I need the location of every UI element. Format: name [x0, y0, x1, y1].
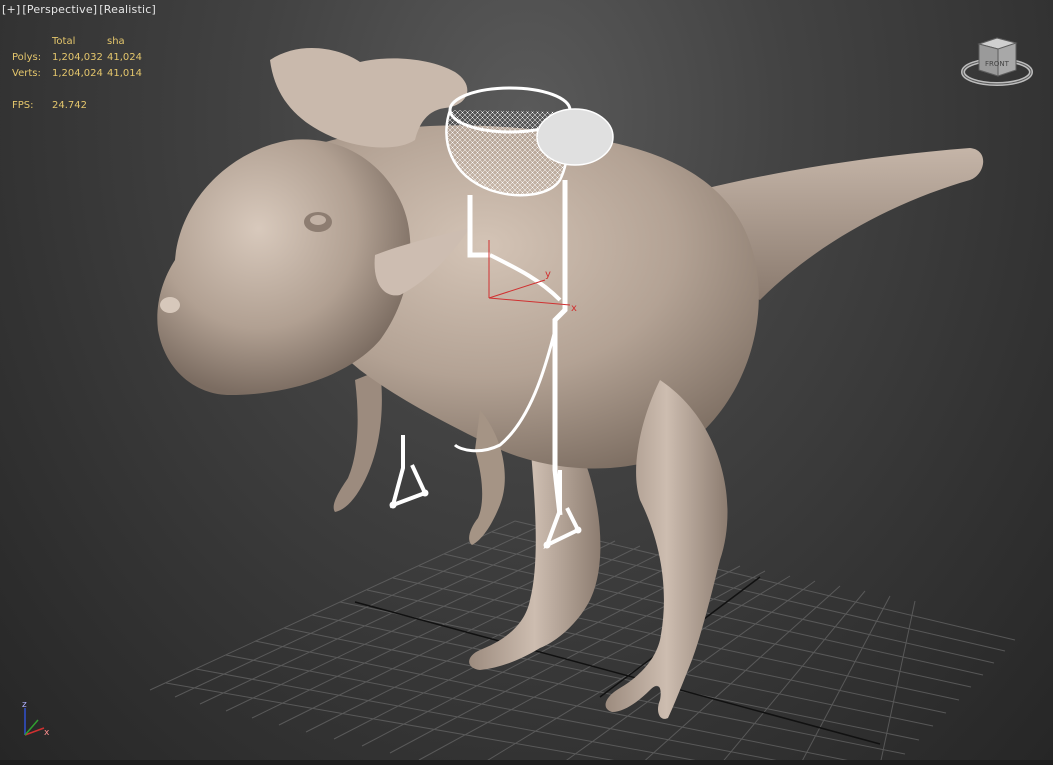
viewcube-face-label: FRONT [985, 60, 1010, 68]
stats-fps-label: FPS: [12, 100, 34, 111]
stats-polys-total: 1,204,032 [52, 52, 103, 63]
stats-header-selected: sha [107, 36, 125, 47]
stats-verts-row: Verts: 1,204,024 41,014 [12, 66, 147, 82]
stats-verts-total: 1,204,024 [52, 68, 103, 79]
viewport-bottom-border [0, 760, 1053, 765]
stats-polys-row: Polys: 1,204,032 41,024 [12, 50, 147, 66]
viewport-general-menu[interactable]: [+] [2, 3, 20, 16]
stats-verts-selected: 41,014 [107, 68, 142, 79]
gizmo-x-label: x [571, 303, 577, 314]
viewport-perspective[interactable]: y x z x FRONT [+] [Perspective] [Realistic… [0, 0, 1053, 765]
stats-polys-selected: 41,024 [107, 52, 142, 63]
scene-canvas[interactable]: y x z x FRONT [0, 0, 1053, 765]
viewport-label-menu: [+] [Perspective] [Realistic] [2, 3, 156, 16]
tripod-z-label: z [22, 700, 27, 710]
stats-polys-label: Polys: [12, 52, 42, 63]
viewport-point-of-view-menu[interactable]: [Perspective] [22, 3, 97, 16]
viewport-shading-menu[interactable]: [Realistic] [99, 3, 156, 16]
stats-header-total: Total [52, 36, 76, 47]
stats-verts-label: Verts: [12, 68, 41, 79]
viewcube[interactable]: FRONT [961, 37, 1033, 86]
stats-header-row: Total sha [12, 34, 147, 50]
tripod-x-label: x [44, 728, 50, 738]
gizmo-y-label: y [545, 269, 551, 280]
stats-fps-value: 24.742 [52, 100, 87, 111]
stats-fps-row: FPS: 24.742 [12, 98, 147, 114]
statistics-overlay: Total sha Polys: 1,204,032 41,024 Verts:… [12, 34, 147, 114]
axis-tripod: z x [22, 700, 50, 738]
